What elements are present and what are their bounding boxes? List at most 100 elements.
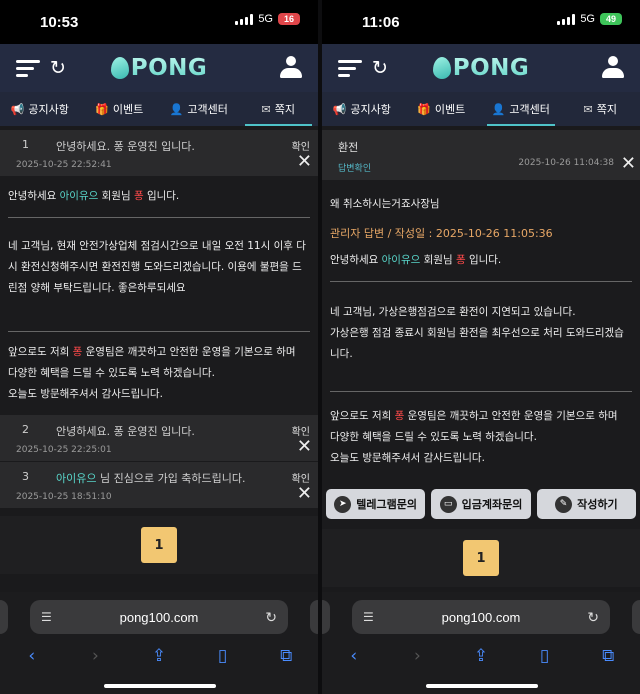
- tab-event[interactable]: 🎁 이벤트: [402, 92, 482, 126]
- message-icon: ✉: [583, 102, 593, 116]
- left-screenshot: 10:53 5G 16 ↻ PONG 📢 공지사항 🎁 이벤트 👤 고객센터 ✉ 쪽지 …: [0, 0, 318, 694]
- network-label: 5G: [580, 13, 595, 25]
- home-indicator: [104, 684, 216, 688]
- pencil-icon: ✎: [555, 495, 573, 513]
- refresh-icon[interactable]: ↻: [50, 59, 66, 78]
- inquiry-date: 2025-10-26 11:04:38: [518, 158, 614, 168]
- message-title: 아이유으 님 진심으로 가입 축하드립니다.: [56, 472, 246, 485]
- reader-icon[interactable]: ☰: [363, 610, 374, 624]
- network-label: 5G: [258, 13, 273, 25]
- divider: [8, 331, 310, 332]
- message-date: 2025-10-25 22:25:01: [16, 445, 112, 455]
- tab-notice[interactable]: 📢 공지사항: [0, 92, 80, 126]
- status-bar: 10:53 5G 16: [0, 0, 318, 44]
- divider: [330, 391, 632, 392]
- close-icon[interactable]: ✕: [297, 153, 312, 171]
- telegram-inquiry-button[interactable]: ➤ 텔레그램문의: [326, 489, 426, 519]
- message-row[interactable]: 2 안녕하세요. 퐁 운영진 입니다. 2025-10-25 22:25:01 확…: [0, 415, 318, 462]
- url-field[interactable]: ☰ pong100.com ↻: [352, 600, 610, 634]
- closing-line-2: 다양한 혜택을 드릴 수 있도록 노력 하겠습니다.: [8, 367, 215, 379]
- write-button[interactable]: ✎ 작성하기: [536, 489, 636, 519]
- closing-line: 앞으로도 저희 퐁 운영팀은 깨끗하고 안전한 운영을 기본으로 하며: [330, 410, 618, 422]
- message-title: 안녕하세요. 퐁 운영진 입니다.: [56, 425, 195, 438]
- battery-icon: 16: [278, 13, 300, 25]
- closing-line-2: 다양한 혜택을 드릴 수 있도록 노력 하겠습니다.: [330, 431, 537, 443]
- pong-logo[interactable]: PONG: [110, 55, 208, 81]
- divider: [8, 217, 310, 218]
- pong-logo[interactable]: PONG: [432, 55, 530, 81]
- next-tab-preview[interactable]: [310, 600, 318, 634]
- tab-messages[interactable]: ✉ 쪽지: [239, 92, 319, 126]
- back-icon[interactable]: ‹: [17, 646, 47, 694]
- inquiry-header: 환전 답변확인 2025-10-26 11:04:38 ✕: [322, 130, 640, 180]
- tab-support[interactable]: 👤 고객센터: [159, 92, 239, 126]
- inquiry-question: 왜 취소하시는거죠사장님: [330, 198, 440, 210]
- inquiry-body: 왜 취소하시는거죠사장님 관리자 답변 / 작성일 : 2025-10-26 1…: [322, 180, 640, 479]
- telegram-icon: ➤: [334, 495, 352, 513]
- reply-paragraph: 네 고객님, 현재 안전가상업체 점검시간으로 내일 오전 11시 이후 다시 …: [8, 240, 306, 294]
- tabs-icon[interactable]: ⧉: [271, 646, 301, 694]
- prev-tab-preview[interactable]: [0, 600, 8, 634]
- signal-icon: [557, 13, 576, 25]
- refresh-icon[interactable]: ↻: [372, 59, 388, 78]
- megaphone-icon: 📢: [332, 102, 347, 116]
- message-row[interactable]: 3 아이유으 님 진심으로 가입 축하드립니다. 2025-10-25 18:51…: [0, 462, 318, 508]
- close-icon[interactable]: ✕: [297, 438, 312, 456]
- message-icon: ✉: [261, 102, 271, 116]
- closing-line: 앞으로도 저희 퐁 운영팀은 깨끗하고 안전한 운영을 기본으로 하며: [8, 346, 296, 358]
- next-tab-preview[interactable]: [632, 600, 640, 634]
- card-icon: ▭: [439, 495, 457, 513]
- message-row[interactable]: 1 안녕하세요. 퐁 운영진 입니다. 2025-10-25 22:52:41 확…: [0, 130, 318, 176]
- browser-address-bar: ☰ pong100.com ↻: [322, 592, 640, 642]
- tab-event[interactable]: 🎁 이벤트: [80, 92, 160, 126]
- app-header: ↻ PONG: [0, 44, 318, 92]
- closing-line-3: 오늘도 방문해주셔서 감사드립니다.: [330, 452, 485, 464]
- greeting-line: 안녕하세요 아이유으 회원님 퐁 입니다.: [8, 190, 180, 202]
- megaphone-icon: 📢: [10, 102, 25, 116]
- tab-messages[interactable]: ✉ 쪽지: [561, 92, 640, 126]
- pagination: 1: [0, 516, 318, 574]
- reader-icon[interactable]: ☰: [41, 610, 52, 624]
- page-button[interactable]: 1: [463, 540, 499, 576]
- user-icon[interactable]: [280, 56, 302, 80]
- menu-icon[interactable]: [338, 60, 362, 78]
- close-icon[interactable]: ✕: [621, 153, 636, 174]
- right-screenshot: 11:06 5G 49 ↻ PONG 📢 공지사항 🎁 이벤트 👤 고객센터 ✉ 쪽지 …: [322, 0, 640, 694]
- reload-icon[interactable]: ↻: [587, 609, 599, 626]
- status-time: 11:06: [362, 13, 400, 31]
- user-icon[interactable]: [602, 56, 624, 80]
- page-button[interactable]: 1: [141, 527, 177, 563]
- status-bar: 11:06 5G 49: [322, 0, 640, 44]
- signal-icon: [235, 13, 254, 25]
- message-date: 2025-10-25 18:51:10: [16, 492, 112, 502]
- droplet-icon: [432, 57, 451, 79]
- prev-tab-preview[interactable]: [322, 600, 330, 634]
- message-title: 안녕하세요. 퐁 운영진 입니다.: [56, 140, 195, 153]
- browser-address-bar: ☰ pong100.com ↻: [0, 592, 318, 642]
- nav-tabs: 📢 공지사항 🎁 이벤트 👤 고객센터 ✉ 쪽지: [322, 92, 640, 126]
- admin-reply-line: 관리자 답변 / 작성일 : 2025-10-26 11:05:36: [330, 227, 553, 240]
- url-field[interactable]: ☰ pong100.com ↻: [30, 600, 288, 634]
- back-icon[interactable]: ‹: [339, 646, 369, 694]
- deposit-account-inquiry-button[interactable]: ▭ 입금계좌문의: [431, 489, 531, 519]
- gift-icon: 🎁: [95, 102, 109, 116]
- nav-tabs: 📢 공지사항 🎁 이벤트 👤 고객센터 ✉ 쪽지: [0, 92, 318, 126]
- greeting-line: 안녕하세요 아이유으 회원님 퐁 입니다.: [330, 254, 502, 266]
- reply-paragraph: 네 고객님, 가상은행점검으로 환전이 지연되고 있습니다.: [330, 306, 576, 318]
- reply-paragraph-2: 가상은행 점검 종료시 회원님 환전을 최우선으로 처리 도와드리겠습니다.: [330, 327, 624, 360]
- status-time: 10:53: [40, 13, 79, 31]
- reload-icon[interactable]: ↻: [265, 609, 277, 626]
- message-body: 안녕하세요 아이유으 회원님 퐁 입니다. 네 고객님, 현재 안전가상업체 점…: [0, 176, 318, 415]
- app-header: ↻ PONG: [322, 44, 640, 92]
- menu-icon[interactable]: [16, 60, 40, 78]
- tab-support[interactable]: 👤 고객센터: [481, 92, 561, 126]
- closing-line-3: 오늘도 방문해주셔서 감사드립니다.: [8, 388, 163, 400]
- close-icon[interactable]: ✕: [297, 485, 312, 503]
- action-buttons: ➤ 텔레그램문의 ▭ 입금계좌문의 ✎ 작성하기: [322, 479, 640, 529]
- headset-icon: 👤: [491, 102, 506, 116]
- message-date: 2025-10-25 22:52:41: [16, 160, 112, 170]
- headset-icon: 👤: [169, 102, 184, 116]
- tab-notice[interactable]: 📢 공지사항: [322, 92, 402, 126]
- inquiry-title: 환전: [338, 141, 359, 154]
- tabs-icon[interactable]: ⧉: [593, 646, 623, 694]
